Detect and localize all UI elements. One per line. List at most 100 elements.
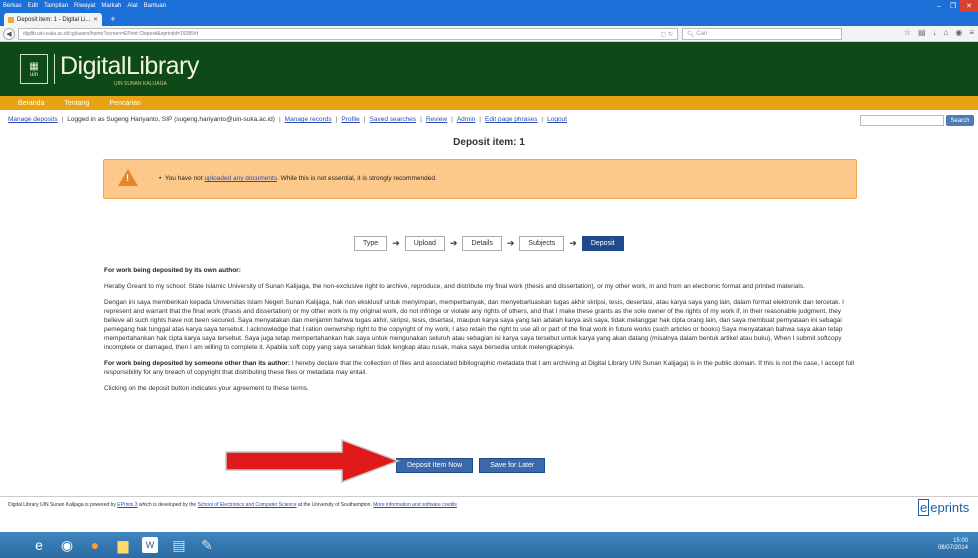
windows-taskbar: e ◉ ● ▆ W ▤ ✎ 15:00 08/07/2014 [0,532,978,558]
manage-deposits-link[interactable]: Manage deposits [8,116,58,123]
step-subjects[interactable]: Subjects [519,236,565,251]
back-arrow-icon[interactable]: ◀ [3,28,15,40]
bookmark-star-icon[interactable]: ☆ [904,28,911,37]
browser-search-input[interactable]: 🔍︎ Cari [682,28,842,40]
admin-link[interactable]: Admin [457,116,475,123]
site-logo-subtitle: UIN SUNAN KALIJAGA [114,81,167,87]
red-arrow-shape [225,438,401,484]
step-deposit[interactable]: Deposit [581,236,624,251]
menu-markah[interactable]: Markah [101,3,121,9]
footer-text-1: Digital Library UIN Sunan Kalijaga is po… [8,502,116,508]
maximize-icon[interactable]: ❐ [946,0,960,12]
tab-close-icon[interactable]: ✕ [93,16,98,23]
upload-documents-link[interactable]: uploaded any documents [204,175,277,182]
home-icon[interactable]: ⌂ [944,28,949,37]
search-placeholder: Cari [696,31,708,37]
browser-menubar: Berkas Edit Tampilan Riwayat Markah Alat… [0,0,978,12]
logged-in-text: Logged in as Sugeng Hariyanto, SIP (suge… [67,116,275,123]
clock-date: 08/07/2014 [937,545,968,551]
menu-riwayat[interactable]: Riwayat [74,3,95,9]
document-icon[interactable]: ▤ [170,535,188,555]
deposit-buttons: Deposit Item Now Save for Later [396,458,546,473]
red-arrow-annotation [225,438,401,484]
nav-beranda[interactable]: Beranda [18,100,44,107]
toolbar-icons: ☆ ▤ ↓ ⌂ ◉ ≡ [904,28,974,37]
tab-title: Deposit item: 1 - Digital Li... [17,16,91,23]
site-search-button[interactable]: Search [946,115,974,126]
step-type[interactable]: Type [354,236,388,251]
chrome-icon[interactable]: ◉ [58,535,76,555]
logo-divider [54,54,55,84]
arrow-right-icon: ➔ [449,238,458,248]
ie-icon[interactable]: e [30,535,48,555]
site-logo-text[interactable]: DigitalLibrary [60,52,199,81]
uin-logo-icon: ▦ uin [20,54,48,84]
menu-alat[interactable]: Alat [127,3,137,9]
window-controls: ‒ ❐ ✕ [932,0,978,12]
reload-icon[interactable]: ▢ ↻ [661,31,673,38]
paint-icon[interactable]: ✎ [198,535,216,555]
menu-bantuan[interactable]: Bantuan [144,3,166,9]
save-for-later-button[interactable]: Save for Later [479,458,546,473]
agreement-paragraph-1: Heraby Greant to my school: State Islami… [104,283,805,290]
address-bar[interactable]: digilib.uin-suka.ac.id/cgi/users/home?sc… [18,28,678,40]
step-details[interactable]: Details [462,236,502,251]
saved-searches-link[interactable]: Saved searches [370,116,417,123]
logout-link[interactable]: Logout [547,116,567,123]
nav-tentang[interactable]: Tentang [64,100,89,107]
deposit-item-now-button[interactable]: Deposit Item Now [396,458,474,473]
nav-pencarian[interactable]: Pencarian [109,100,141,107]
warning-icon: ! [118,169,138,186]
system-clock[interactable]: 15:00 08/07/2014 [938,538,968,552]
addon-icon[interactable]: ◉ [955,28,962,37]
footer-credits: Digital Library UIN Sunan Kalijaga is po… [8,502,457,508]
eprints-logo-text: eprints [930,500,970,515]
warning-message: • You have not uploaded any documents. W… [159,175,437,182]
menu-icon[interactable]: ≡ [969,28,974,37]
site-search-input[interactable] [860,115,944,126]
profile-link[interactable]: Profile [341,116,359,123]
download-icon[interactable]: ↓ [933,28,937,37]
agreement-heading-other: For work being deposited by someone othe… [104,360,290,367]
arrow-right-icon: ➔ [506,238,515,248]
file-explorer-icon[interactable]: ▆ [114,535,132,555]
browser-navbar: ◀ digilib.uin-suka.ac.id/cgi/users/home?… [0,26,978,42]
eprints3-link[interactable]: EPrints 3 [117,502,137,508]
clock-time: 15:00 [952,538,968,544]
firefox-icon[interactable]: ● [86,535,104,555]
footer-text-2: which is developed by the [138,502,197,508]
menu-edit[interactable]: Edit [28,3,38,9]
search-icon: 🔍︎ [687,31,697,38]
workflow-steps: Type ➔ Upload ➔ Details ➔ Subjects ➔ Dep… [354,236,624,251]
site-header: ▦ uin DigitalLibrary UIN SUNAN KALIJAGA [0,42,978,96]
tab-strip: Deposit item: 1 - Digital Li... ✕ + [0,12,978,26]
site-footer: Digital Library UIN Sunan Kalijaga is po… [0,496,978,526]
new-tab-icon[interactable]: + [106,13,120,25]
eprints-logo-mark: e [918,499,930,516]
deposit-agreement: For work being deposited by its own auth… [104,266,858,400]
agreement-heading-own-author: For work being deposited by its own auth… [104,267,241,274]
agreement-paragraph-2: Dengan ini saya memberikan kepada Univer… [104,299,844,351]
eprints-logo[interactable]: e eprints [918,499,970,516]
browser-tab[interactable]: Deposit item: 1 - Digital Li... ✕ [4,13,102,26]
word-icon[interactable]: W [142,537,158,553]
arrow-right-icon: ➔ [392,238,400,248]
menu-tampilan[interactable]: Tampilan [44,3,68,9]
minimize-icon[interactable]: ‒ [932,0,946,12]
main-nav: Beranda Tentang Pencarian [0,96,978,110]
ecs-link[interactable]: School of Electronics and Computer Scien… [198,502,297,508]
close-icon[interactable]: ✕ [960,0,978,12]
manage-records-link[interactable]: Manage records [285,116,332,123]
url-text: digilib.uin-suka.ac.id/cgi/users/home?sc… [23,31,199,37]
edit-page-phrases-link[interactable]: Edit page phrases [485,116,537,123]
user-bar: Manage deposits | Logged in as Sugeng Ha… [0,112,978,127]
favicon-icon [8,16,14,23]
library-icon[interactable]: ▤ [918,28,926,37]
agreement-paragraph-4: Clicking on the deposit button indicates… [104,385,309,392]
arrow-right-icon: ➔ [569,238,577,248]
software-credits-link[interactable]: More information and software credits [373,502,457,508]
menu-berkas[interactable]: Berkas [3,3,22,9]
step-upload[interactable]: Upload [404,236,445,251]
warning-text-pre: You have not [164,175,203,182]
review-link[interactable]: Review [426,116,447,123]
